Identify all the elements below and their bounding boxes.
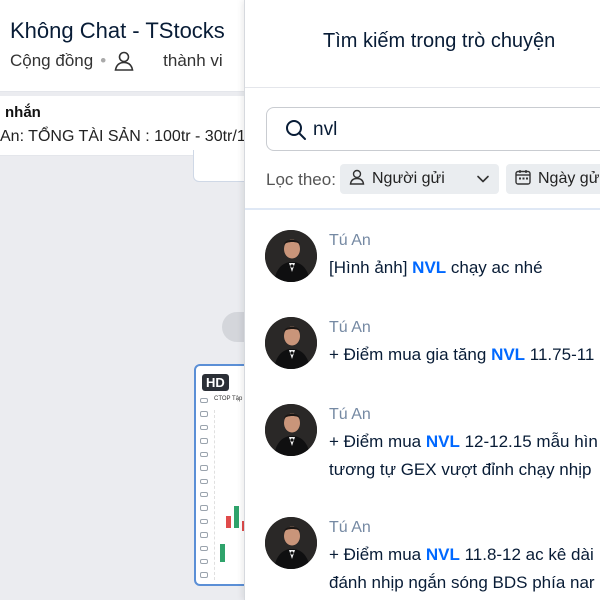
search-result-item[interactable]: Tú An [Hình ảnh] NVL chạy ac nhé <box>245 230 600 300</box>
pinned-text: An: TỔNG TÀI SẢN : 100tr - 30tr/1 <box>0 128 246 145</box>
candle <box>234 506 239 528</box>
hd-badge: HD <box>202 374 229 391</box>
keyword-highlight: NVL <box>425 545 460 564</box>
calendar-icon <box>514 168 532 191</box>
avatar[interactable] <box>265 517 317 569</box>
result-snippet: + Điểm mua gia tăng NVL 11.75-11 <box>329 345 595 364</box>
sender-filter-dropdown[interactable]: Người gửi <box>340 164 499 194</box>
search-result-item[interactable]: Tú An + Điểm mua NVL 11.8-12 ac kê dài đ… <box>245 517 600 600</box>
search-results: Tú An [Hình ảnh] NVL chạy ac nhé Tú An +… <box>245 212 600 600</box>
result-snippet: + Điểm mua NVL 12-12.15 mẫu hìn <box>329 432 598 451</box>
person-icon <box>348 168 366 191</box>
separator-dot: • <box>100 51 107 70</box>
search-result-item[interactable]: Tú An + Điểm mua NVL 12-12.15 mẫu hìn tư… <box>245 404 600 494</box>
sender-filter-label: Người gửi <box>372 170 445 187</box>
person-icon[interactable] <box>113 50 135 72</box>
community-label: Cộng đồng <box>10 51 94 70</box>
chart-toolbar <box>200 398 210 578</box>
result-snippet: + Điểm mua NVL 11.8-12 ac kê dài <box>329 545 594 564</box>
keyword-highlight: NVL <box>412 258 447 277</box>
chart-caption: CTOP Tập <box>214 396 243 402</box>
search-input[interactable] <box>313 117 593 143</box>
chevron-down-icon <box>475 171 491 192</box>
candle <box>226 516 231 528</box>
keyword-highlight: NVL <box>491 345 526 364</box>
date-filter-label: Ngày gửi <box>538 170 600 187</box>
avatar[interactable] <box>265 404 317 456</box>
filter-label: Lọc theo: <box>266 170 336 189</box>
chat-subtitle: Cộng đồng • thành vi <box>10 50 223 72</box>
chat-title[interactable]: Không Chat - TStocks <box>10 18 225 44</box>
avatar[interactable] <box>265 230 317 282</box>
avatar[interactable] <box>265 317 317 369</box>
sender-name: Tú An <box>329 519 371 536</box>
keyword-highlight: NVL <box>425 432 460 451</box>
pinned-heading: nhắn <box>5 104 41 121</box>
search-box[interactable] <box>266 107 600 151</box>
result-snippet: [Hình ảnh] NVL chạy ac nhé <box>329 258 543 277</box>
panel-header: Tìm kiếm trong trò chuyện <box>245 0 600 88</box>
search-icon <box>284 118 308 142</box>
filter-row: Lọc theo: Người gửi Ngày gửi <box>266 164 600 194</box>
candle <box>220 544 225 562</box>
members-label[interactable]: thành vi <box>163 51 223 71</box>
panel-title: Tìm kiếm trong trò chuyện <box>323 30 556 52</box>
sender-name: Tú An <box>329 406 371 423</box>
search-panel: Tìm kiếm trong trò chuyện Lọc theo: Ngườ… <box>244 0 600 600</box>
result-snippet-line: tương tự GEX vượt đỉnh chạy nhịp <box>329 460 592 479</box>
divider <box>245 208 600 210</box>
result-snippet-line: đánh nhịp ngắn sóng BDS phía nar <box>329 573 595 592</box>
date-filter-dropdown[interactable]: Ngày gửi <box>506 164 600 194</box>
sender-name: Tú An <box>329 232 371 249</box>
sender-name: Tú An <box>329 319 371 336</box>
search-result-item[interactable]: Tú An + Điểm mua gia tăng NVL 11.75-11 <box>245 317 600 387</box>
